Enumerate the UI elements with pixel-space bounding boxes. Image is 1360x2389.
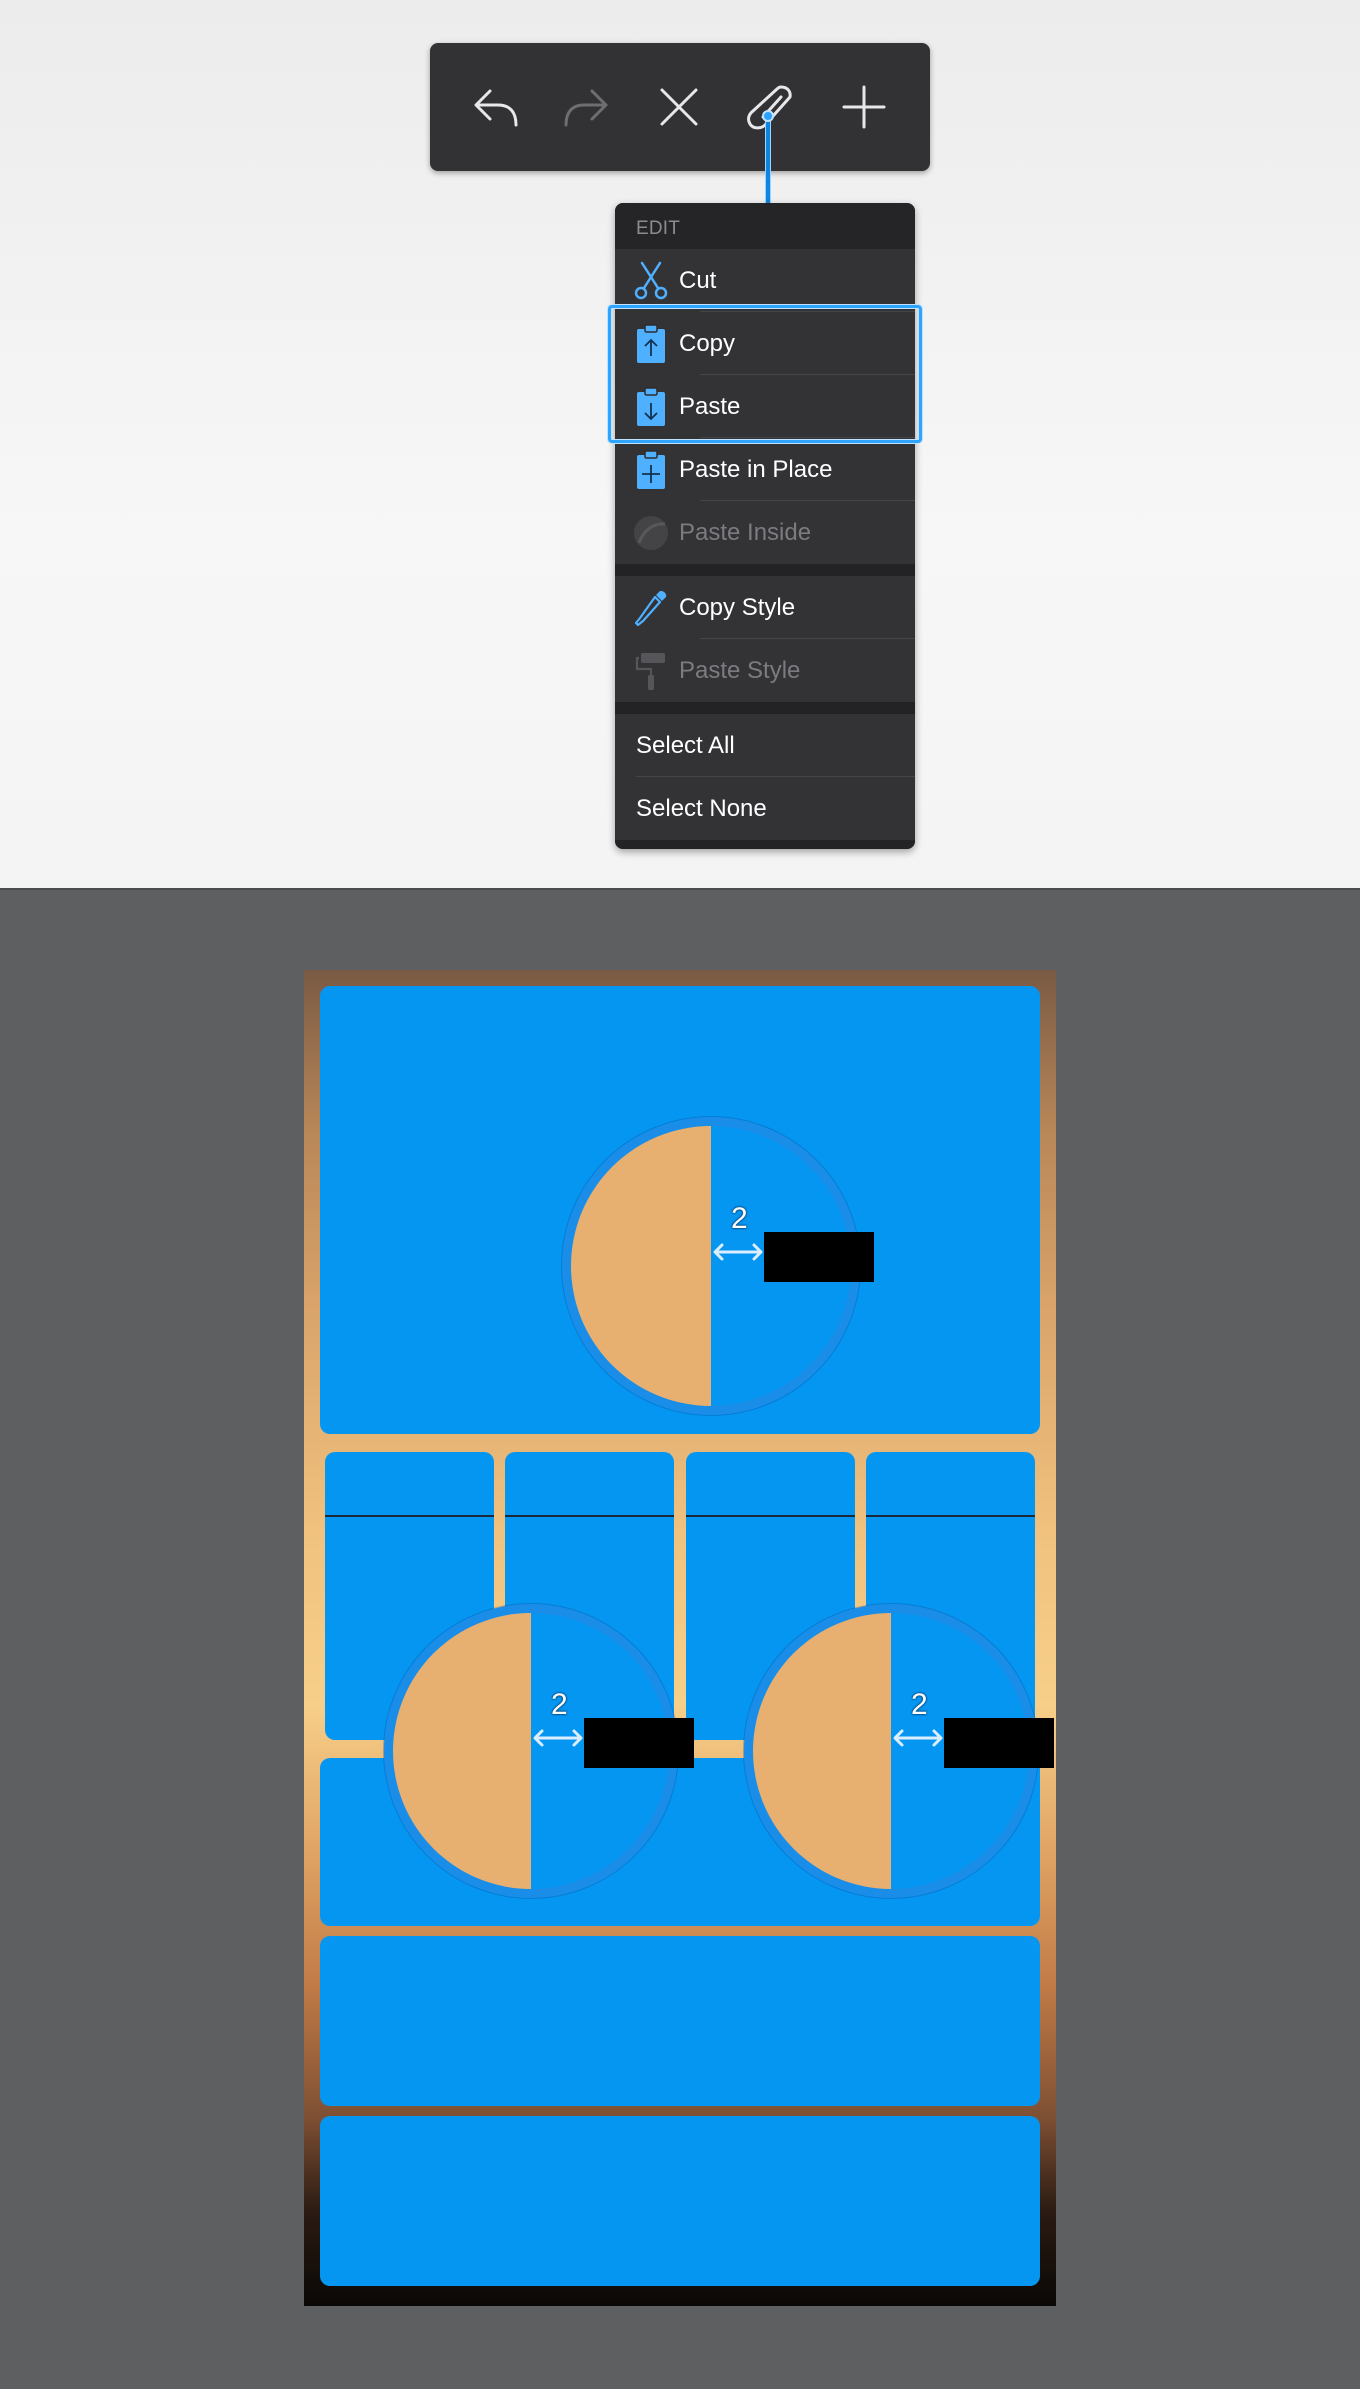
paint-roller-icon: [615, 639, 679, 702]
add-button[interactable]: [818, 43, 910, 171]
menu-header: EDIT: [615, 203, 915, 249]
menu-item-paste-style[interactable]: Paste Style: [615, 639, 915, 702]
double-arrow-icon: [893, 1729, 943, 1747]
circle-half: [393, 1613, 531, 1889]
measurement-label: 2: [551, 1688, 568, 1721]
menu-item-paste-in-place[interactable]: Paste in Place: [615, 438, 915, 501]
menu-item-label: Paste in Place: [679, 455, 833, 483]
menu-connector: [762, 110, 774, 208]
double-arrow-icon: [533, 1729, 583, 1747]
menu-item-label: Select None: [636, 794, 767, 822]
menu-item-paste-inside[interactable]: Paste Inside: [615, 501, 915, 564]
menu-item-label: Paste Inside: [679, 518, 812, 546]
content-card[interactable]: [320, 1936, 1040, 2106]
value-block: [584, 1718, 694, 1768]
delete-button[interactable]: [633, 43, 725, 171]
measurement-label: 2: [911, 1688, 928, 1721]
plus-icon: [842, 85, 886, 129]
menu-item-label: Copy Style: [679, 593, 796, 621]
menu-item-select-none[interactable]: Select None: [615, 777, 915, 840]
toolbar: [430, 43, 930, 171]
close-icon: [660, 88, 698, 126]
double-arrow-icon: [713, 1243, 763, 1261]
redo-button[interactable]: [540, 43, 632, 171]
menu-item-label: Select All: [636, 731, 735, 759]
menu-section-divider: [615, 564, 915, 576]
selection-highlight: [608, 305, 922, 443]
clipboard-add-icon: [615, 438, 679, 501]
undo-icon: [474, 89, 518, 127]
undo-button[interactable]: [450, 43, 542, 171]
paste-inside-icon: [615, 501, 679, 564]
edit-menu: EDIT Cut Copy Paste Paste in Place Paste…: [615, 203, 915, 849]
content-card[interactable]: [320, 2116, 1040, 2286]
value-block: [764, 1232, 874, 1282]
redo-icon: [564, 89, 608, 127]
scissors-icon: [615, 249, 679, 312]
circle-half: [753, 1613, 891, 1889]
artboard[interactable]: 2 2 2: [304, 970, 1056, 2306]
eyedropper-icon: [615, 576, 679, 639]
measurement-label: 2: [731, 1202, 748, 1235]
menu-section-divider: [615, 702, 915, 714]
circle-half: [571, 1126, 711, 1406]
menu-item-label: Cut: [679, 266, 717, 294]
menu-item-label: Paste Style: [679, 656, 801, 684]
menu-item-cut[interactable]: Cut: [615, 249, 915, 312]
menu-item-copy-style[interactable]: Copy Style: [615, 576, 915, 639]
value-block: [944, 1718, 1054, 1768]
menu-item-select-all[interactable]: Select All: [615, 714, 915, 777]
